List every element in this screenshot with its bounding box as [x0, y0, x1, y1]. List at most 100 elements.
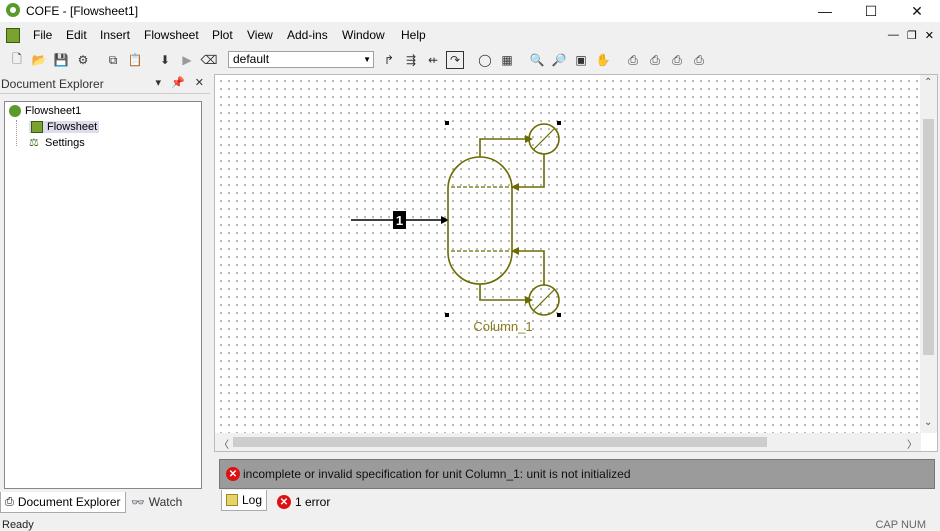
chevron-down-icon: ▼ — [363, 55, 371, 64]
zoom-fit-icon[interactable]: ▣ — [572, 51, 590, 69]
tab-label: Log — [242, 493, 263, 507]
settings-icon: ⚖ — [29, 137, 39, 149]
stream-split-icon[interactable]: ⇶ — [402, 51, 420, 69]
menu-help[interactable]: Help — [401, 28, 426, 42]
save-icon[interactable]: 💾 — [52, 51, 70, 69]
tree-item-flowsheet[interactable]: Flowsheet — [29, 121, 100, 133]
panel-close-icon[interactable]: ✕ — [195, 76, 204, 89]
menu-edit[interactable]: Edit — [66, 28, 87, 42]
scroll-right-icon[interactable]: 〉 — [907, 436, 917, 451]
stream-label: 1 — [396, 213, 403, 228]
menu-insert[interactable]: Insert — [100, 28, 130, 42]
log-icon — [226, 494, 238, 506]
scroll-down-icon[interactable]: ⌄ — [924, 417, 932, 428]
title-bar: COFE - [Flowsheet1] — ☐ ✕ — [0, 0, 940, 22]
stream-mode-icon[interactable]: ↷ — [446, 51, 464, 69]
error-icon: ✕ — [226, 467, 240, 481]
tab-label: Document Explorer — [17, 495, 121, 509]
new-icon[interactable]: 🗋 — [8, 51, 26, 69]
flowsheet-diagram: 1 Column_1 — [351, 121, 561, 334]
tab-label: Watch — [148, 495, 183, 509]
minimize-button[interactable]: — — [802, 0, 848, 22]
tree-line — [16, 120, 18, 146]
run-icon[interactable]: ▶ — [178, 51, 196, 69]
horizontal-scroll-thumb[interactable] — [233, 437, 767, 447]
pan-hand-icon[interactable]: ✋ — [594, 51, 612, 69]
zoom-out-icon[interactable]: 🔎 — [550, 51, 568, 69]
open-icon[interactable]: 📂 — [30, 51, 48, 69]
document-icon — [6, 28, 20, 43]
maximize-icon: ☐ — [864, 2, 878, 19]
mdi-minimize-icon[interactable]: — — [888, 29, 899, 42]
vertical-scroll-thumb[interactable] — [923, 119, 934, 355]
print-preview-icon[interactable]: ⎙ — [646, 51, 664, 69]
status-bar: Ready CAP NUM — [0, 516, 940, 531]
pin-icon[interactable]: 📌 — [171, 76, 185, 89]
tab-errors[interactable]: ✕ 1 error — [273, 492, 334, 512]
selection-handle — [445, 313, 449, 317]
mdi-close-icon[interactable]: ✕ — [925, 29, 934, 42]
reflux-line — [515, 154, 545, 188]
panel-menu-icon[interactable]: ▾ — [156, 76, 162, 89]
selection-handle — [557, 121, 561, 125]
flowsheet-canvas-frame: 1 Column_1 ⌃ ⌄ 〈 〉 — [214, 74, 938, 452]
vapor-line — [479, 138, 529, 157]
menu-addins[interactable]: Add-ins — [287, 28, 328, 42]
close-button[interactable]: ✕ — [894, 0, 940, 22]
eraser-icon[interactable]: ⌫ — [200, 51, 218, 69]
zoom-select[interactable]: default ▼ — [228, 51, 374, 68]
menu-window[interactable]: Window — [342, 28, 385, 42]
reboiler-diagonal — [532, 288, 556, 312]
solve-icon[interactable]: ⬇ — [156, 51, 174, 69]
scroll-left-icon[interactable]: 〈 — [219, 436, 229, 451]
selection-handle — [557, 313, 561, 317]
tab-log[interactable]: Log — [221, 490, 268, 511]
tree-item-label: Settings — [45, 137, 85, 149]
menu-bar: File Edit Insert Flowsheet Plot View Add… — [0, 24, 940, 48]
tree-item-settings[interactable]: ⚖ Settings — [29, 137, 85, 149]
status-indicators: CAP NUM — [875, 519, 926, 531]
tab-document-explorer[interactable]: ⎙ Document Explorer — [0, 492, 126, 513]
flowsheet-canvas[interactable]: 1 Column_1 — [215, 75, 921, 433]
scroll-up-icon[interactable]: ⌃ — [924, 77, 932, 88]
stream-join-icon[interactable]: ⇷ — [424, 51, 442, 69]
unit-op-icon[interactable]: ◯ — [476, 51, 494, 69]
menu-flowsheet[interactable]: Flowsheet — [144, 28, 199, 42]
error-icon: ✕ — [277, 495, 291, 509]
app-icon — [6, 3, 20, 17]
error-message: incomplete or invalid specification for … — [243, 467, 631, 481]
message-bar: ✕ incomplete or invalid specification fo… — [219, 459, 935, 489]
bottoms-line — [479, 284, 529, 301]
explorer-tabs: ⎙ Document Explorer 👓 Watch — [0, 492, 212, 514]
flowsheet-doc-icon — [9, 105, 21, 117]
tab-watch[interactable]: 👓 Watch — [127, 492, 186, 512]
print-icon[interactable]: ⎙ — [624, 51, 642, 69]
mdi-restore-icon[interactable]: ❐ — [907, 29, 917, 42]
properties-icon[interactable]: ⚙ — [74, 51, 92, 69]
menu-plot[interactable]: Plot — [212, 28, 233, 42]
status-text: Ready — [2, 519, 34, 531]
mdi-controls: — ❐ ✕ — [888, 29, 934, 42]
horizontal-scrollbar[interactable]: 〈 〉 — [215, 433, 921, 451]
paste-icon[interactable]: 📋 — [126, 51, 144, 69]
unit-label: Column_1 — [473, 319, 532, 334]
maximize-button[interactable]: ☐ — [848, 0, 894, 22]
tree-item-flowsheet1[interactable]: Flowsheet1 — [9, 105, 81, 117]
page-setup-icon[interactable]: ⎙ — [690, 51, 708, 69]
close-icon: ✕ — [911, 2, 923, 19]
stream-route-icon[interactable]: ↱ — [380, 51, 398, 69]
snap-grid-icon[interactable]: ▦ — [498, 51, 516, 69]
copy-icon[interactable]: ⧉ — [104, 51, 122, 69]
print-setup-icon[interactable]: ⎙ — [668, 51, 686, 69]
tab-label: 1 error — [295, 495, 331, 509]
menu-view[interactable]: View — [247, 28, 273, 42]
explorer-tab-icon: ⎙ — [5, 495, 14, 508]
flowsheet-icon — [31, 121, 43, 133]
vertical-scrollbar[interactable]: ⌃ ⌄ — [920, 75, 937, 433]
tree-item-label: Flowsheet — [47, 121, 98, 133]
column-vessel — [447, 156, 513, 285]
menu-file[interactable]: File — [33, 28, 52, 42]
document-explorer-header: Document Explorer ▾ 📌 ✕ — [0, 75, 210, 94]
window-title: COFE - [Flowsheet1] — [26, 4, 139, 18]
zoom-in-icon[interactable]: 🔍 — [528, 51, 546, 69]
